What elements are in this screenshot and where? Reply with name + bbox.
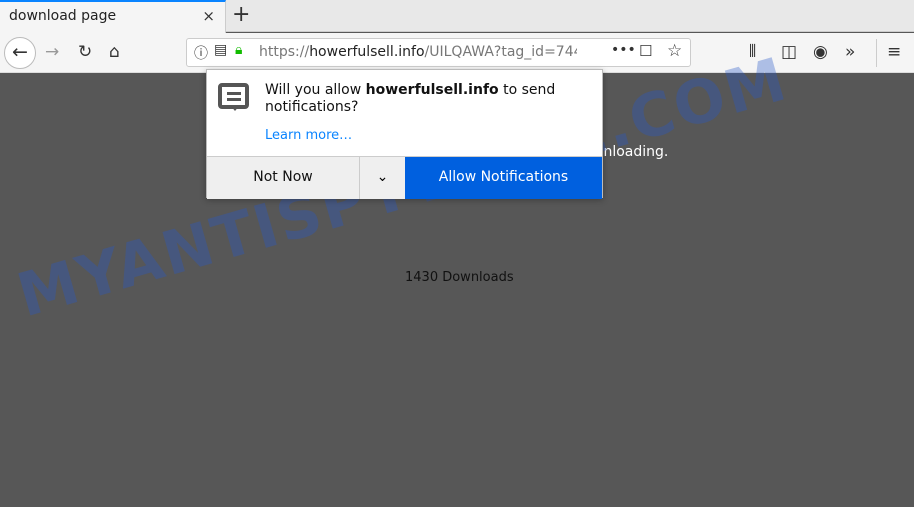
url-path: /UILQAWA?tag_id=744	[424, 44, 577, 60]
home-icon[interactable]: ⌂	[109, 42, 120, 62]
more-icon[interactable]: •••	[611, 42, 636, 58]
url-text[interactable]: https://howerfulsell.info/UILQAWA?tag_id…	[259, 44, 577, 60]
notification-permission-popup: Will you allow howerfulsell.info to send…	[206, 69, 603, 199]
message-bubble-icon	[218, 83, 249, 111]
sidebar-icon[interactable]: ◫	[781, 42, 797, 62]
reload-icon[interactable]: ↻	[78, 42, 92, 62]
url-bar[interactable]: ⓘ ▤ 🔒︎ https://howerfulsell.info/UILQAWA…	[186, 38, 691, 67]
overflow-icon[interactable]: »	[845, 42, 855, 62]
url-scheme: https://	[259, 44, 310, 60]
notification-icon[interactable]: ▤	[214, 42, 227, 58]
popup-buttons: Not Now ⌄ Allow Notifications	[207, 156, 602, 199]
forward-icon[interactable]: →	[45, 42, 59, 62]
q-host: howerfulsell.info	[365, 82, 499, 98]
divider	[876, 39, 877, 67]
learn-more-link[interactable]: Learn more…	[265, 128, 352, 143]
lock-icon: 🔒︎	[235, 42, 243, 58]
close-icon[interactable]: ×	[202, 7, 215, 25]
new-tab-button[interactable]: +	[232, 2, 250, 27]
pocket-icon[interactable]: ☐	[639, 42, 652, 60]
tab-title: download page	[9, 8, 117, 24]
not-now-button[interactable]: Not Now	[207, 157, 359, 199]
nav-bar: ← → ↻ ⌂ ⓘ ▤ 🔒︎ https://howerfulsell.info…	[0, 33, 914, 73]
tab-bar: download page × +	[0, 0, 914, 33]
menu-icon[interactable]: ≡	[887, 42, 901, 62]
permission-question: Will you allow howerfulsell.info to send…	[265, 82, 585, 116]
chevron-down-icon[interactable]: ⌄	[359, 157, 405, 199]
back-icon[interactable]: ←	[4, 37, 36, 69]
star-icon[interactable]: ☆	[667, 41, 682, 61]
account-icon[interactable]: ◉	[813, 42, 828, 62]
q-prefix: Will you allow	[265, 82, 366, 98]
tab-download-page[interactable]: download page ×	[0, 0, 226, 33]
allow-notifications-button[interactable]: Allow Notifications	[405, 157, 602, 199]
info-icon[interactable]: ⓘ	[194, 43, 208, 63]
download-count: 1430 Downloads	[405, 270, 514, 285]
url-host: howerfulsell.info	[309, 44, 425, 60]
page-text: wnloading.	[592, 144, 669, 160]
library-icon[interactable]: ⫴	[749, 42, 756, 62]
